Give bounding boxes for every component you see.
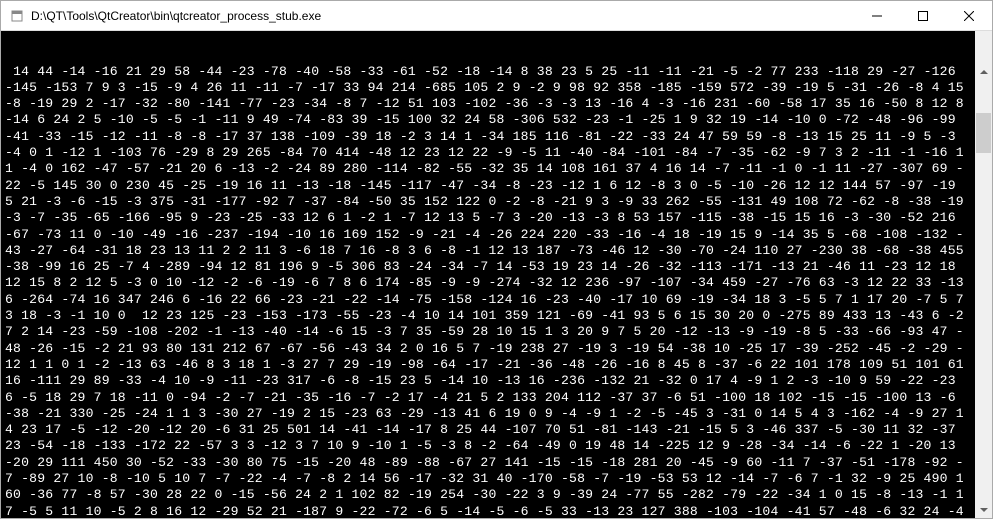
- qtcreator-console-window: D:\QT\Tools\QtCreator\bin\qtcreator_proc…: [0, 0, 993, 519]
- close-button[interactable]: [946, 1, 992, 30]
- app-icon: [9, 8, 25, 24]
- console-output-area[interactable]: 14 44 -14 -16 21 29 58 -44 -23 -78 -40 -…: [1, 31, 992, 518]
- console-text: 14 44 -14 -16 21 29 58 -44 -23 -78 -40 -…: [5, 64, 971, 518]
- vertical-scrollbar[interactable]: [975, 31, 992, 518]
- window-controls: [854, 1, 992, 30]
- scroll-track[interactable]: [975, 113, 992, 518]
- scroll-thumb[interactable]: [976, 113, 991, 153]
- minimize-button[interactable]: [854, 1, 900, 30]
- scroll-up-arrow-icon[interactable]: [975, 64, 992, 81]
- scroll-down-arrow-icon[interactable]: [975, 501, 992, 518]
- titlebar[interactable]: D:\QT\Tools\QtCreator\bin\qtcreator_proc…: [1, 1, 992, 31]
- maximize-button[interactable]: [900, 1, 946, 30]
- window-title: D:\QT\Tools\QtCreator\bin\qtcreator_proc…: [31, 9, 854, 23]
